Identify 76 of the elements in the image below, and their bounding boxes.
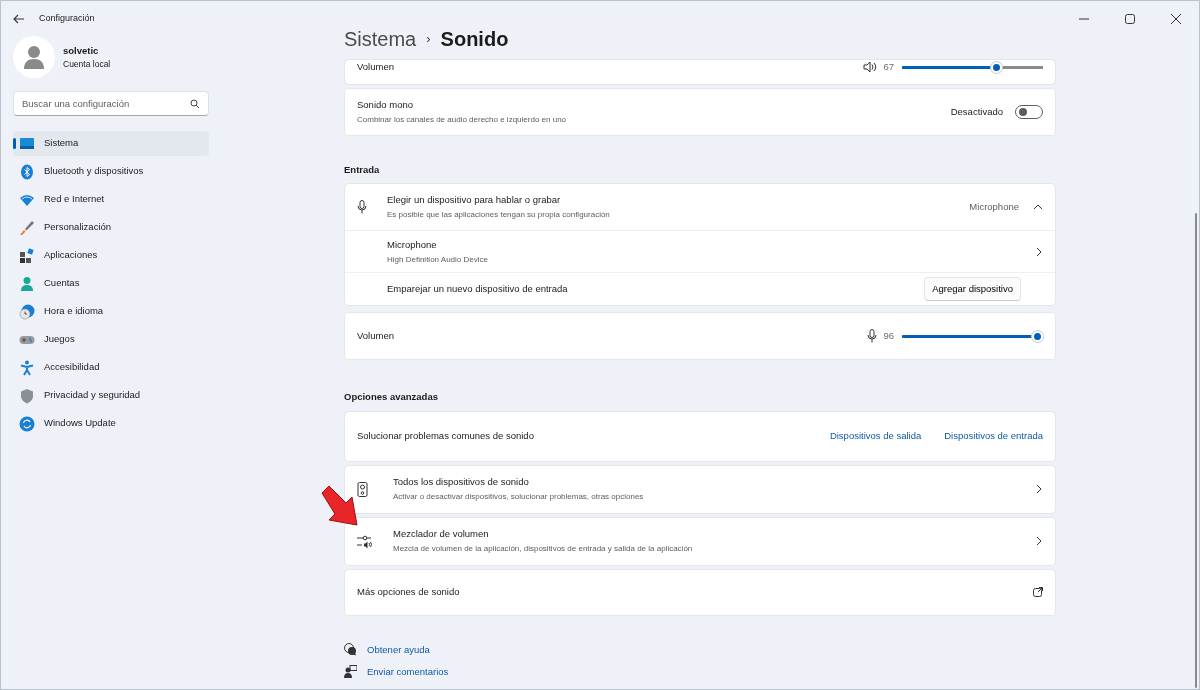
chevron-icon — [1035, 536, 1043, 546]
slider-thumb[interactable] — [991, 61, 1003, 73]
minimize-icon — [1079, 17, 1089, 20]
setting-description: Es posible que las aplicaciones tengan su propia configuración — [387, 209, 610, 222]
breadcrumb-separator: › — [426, 30, 431, 49]
apps-icon — [19, 247, 35, 264]
help-icon — [344, 643, 357, 657]
settings-row[interactable]: Mezclador de volumen Mezcla de volumen de la aplicación, dispositivos de entrada y salida de la aplicación — [344, 516, 1056, 566]
sidebar-item[interactable]: Juegos — [13, 327, 209, 352]
sidebar-item[interactable]: Windows Update — [13, 411, 209, 436]
globe-clock-icon — [19, 303, 35, 320]
person-icon — [19, 275, 35, 292]
settings-row[interactable]: Más opciones de sonido — [344, 568, 1056, 616]
setting-label: Volumen — [357, 329, 394, 344]
setting-label: Más opciones de sonido — [357, 584, 460, 599]
section-heading: Opciones avanzadas — [344, 390, 439, 405]
setting-title: Todos los dispositivos de sonido — [393, 474, 530, 489]
avatar-icon — [13, 36, 55, 78]
breadcrumb-parent[interactable]: Sistema — [344, 24, 417, 54]
mixer-icon — [357, 533, 373, 549]
selected-device-value: Microphone — [969, 200, 1019, 215]
scrollbar[interactable] — [1195, 213, 1197, 688]
maximize-icon — [1125, 13, 1135, 24]
section-heading: Entrada — [344, 163, 381, 177]
brush-icon — [19, 219, 35, 236]
slider-thumb[interactable] — [1032, 330, 1044, 342]
page-title: Sonido — [440, 27, 509, 52]
monitor-icon — [19, 135, 35, 152]
accessibility-icon — [19, 359, 35, 376]
speaker-icon — [863, 61, 878, 74]
sidebar-item[interactable]: Sistema — [13, 131, 209, 156]
back-button[interactable] — [13, 13, 25, 24]
close-icon — [1171, 13, 1181, 24]
setting-description: Mezcla de volumen de la aplicación, dispositivos de entrada y salida de la aplicación — [393, 543, 693, 556]
footer-link[interactable]: Enviar comentarios — [367, 664, 449, 679]
device-row[interactable]: Microphone High Definition Audio Device — [345, 231, 1055, 274]
search-icon — [190, 99, 200, 109]
search-field[interactable]: Buscar una configuración — [13, 91, 209, 116]
add-device-button[interactable]: Agregar dispositivo — [924, 277, 1021, 302]
toggle-state-label: Desactivado — [950, 104, 1003, 119]
sidebar-item[interactable]: Aplicaciones — [13, 243, 209, 268]
account-name: solvetic — [63, 43, 100, 58]
sidebar-item[interactable]: Red e Internet — [13, 187, 209, 212]
setting-title: Mezclador de volumen — [393, 526, 490, 541]
footer-link[interactable]: Obtener ayuda — [367, 642, 430, 657]
troubleshoot-link[interactable]: Dispositivos de salida — [829, 428, 922, 444]
sidebar-item[interactable]: Personalización — [13, 215, 209, 240]
chevron-icon — [1035, 484, 1043, 494]
setting-title: Elegir un dispositivo para hablar o grabar — [387, 193, 562, 208]
toggle-switch[interactable] — [1015, 105, 1043, 119]
setting-title: Sonido mono — [357, 97, 414, 112]
microphone-icon — [867, 329, 878, 344]
sidebar-item[interactable]: Privacidad y seguridad — [13, 383, 209, 408]
sidebar-item[interactable]: Cuentas — [13, 271, 209, 296]
setting-label: Solucionar problemas comunes de sonido — [357, 428, 534, 443]
feedback-icon — [344, 665, 357, 679]
sync-icon — [19, 415, 35, 432]
microphone-icon — [357, 200, 367, 215]
shield-icon — [19, 387, 35, 404]
external-link-icon — [1033, 587, 1043, 597]
troubleshoot-link[interactable]: Dispositivos de entrada — [944, 428, 1043, 444]
sidebar-item[interactable]: Accesibilidad — [13, 355, 209, 380]
sidebar-item[interactable]: Bluetooth y dispositivos — [13, 159, 209, 184]
setting-label: Emparejar un nuevo dispositivo de entrada — [387, 282, 568, 297]
chevron-icon[interactable] — [1033, 204, 1043, 211]
setting-description: Activar o desactivar dispositivos, solucionar problemas, otras opciones — [393, 491, 644, 504]
settings-row[interactable]: Todos los dispositivos de sonido Activar o desactivar dispositivos, solucionar problemas, otras opciones — [344, 464, 1056, 514]
chevron-icon — [1035, 246, 1043, 257]
bluetooth-icon — [19, 163, 35, 180]
account-type: Cuenta local — [63, 57, 111, 71]
setting-description: Combinar los canales de audio derecho e izquierdo en uno — [357, 114, 567, 127]
sidebar-item[interactable]: Hora e idioma — [13, 299, 209, 324]
setting-label: Volumen — [357, 60, 394, 74]
device-name: Microphone — [387, 237, 438, 252]
device-description: High Definition Audio Device — [387, 253, 488, 266]
window-title: Configuración — [39, 11, 95, 25]
